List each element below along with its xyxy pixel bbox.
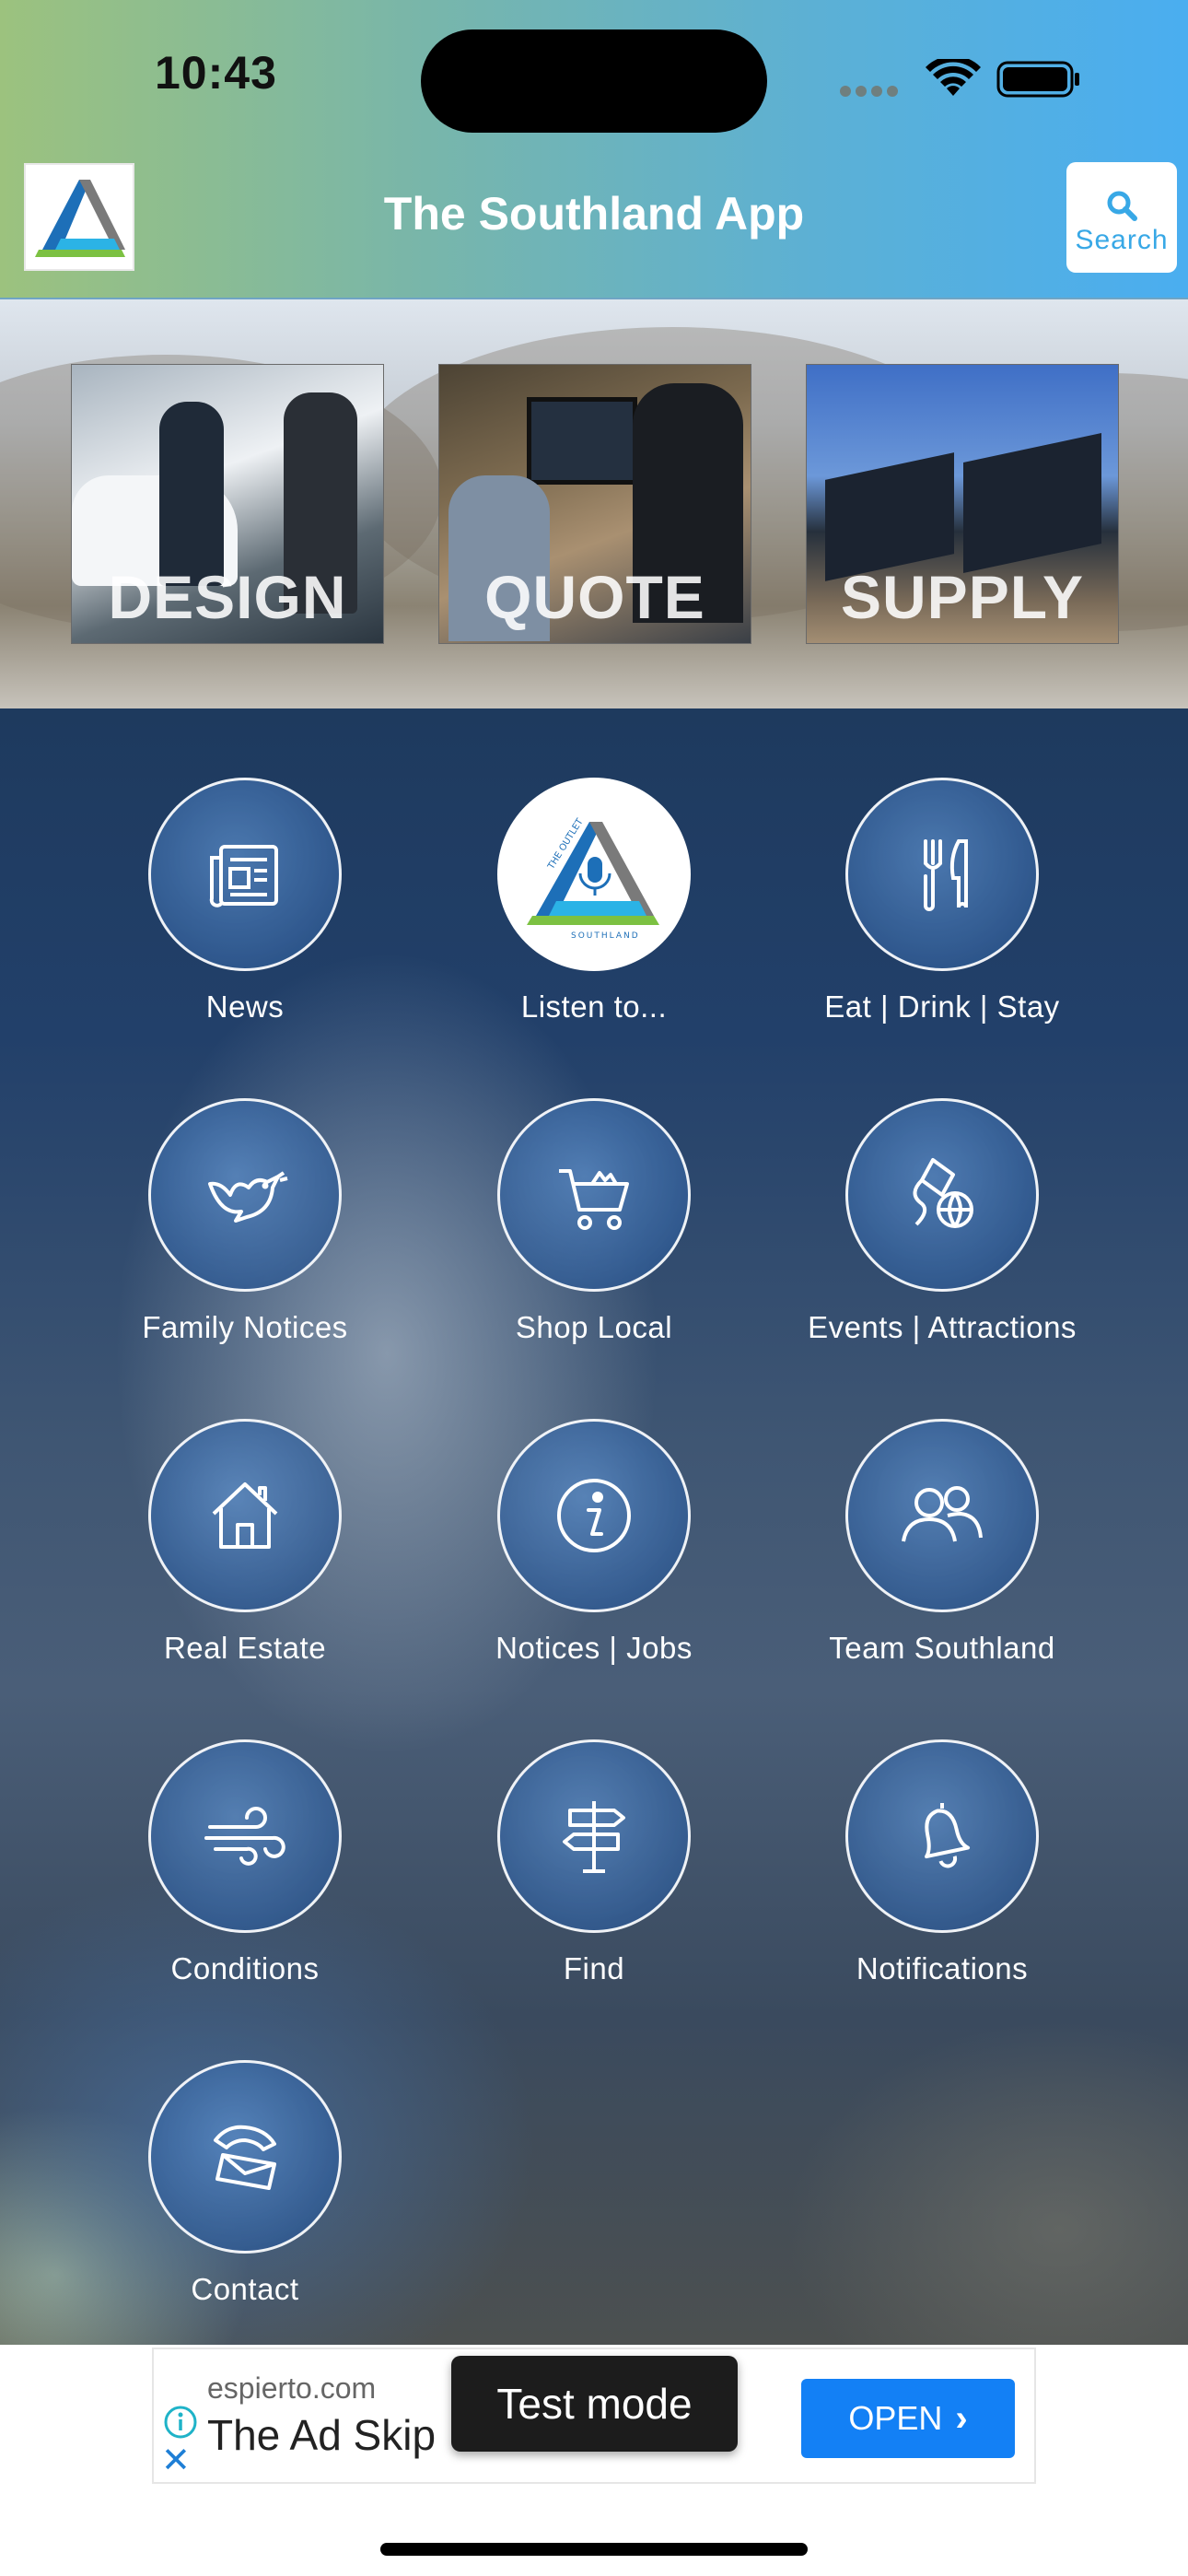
battery-icon [996,61,1079,98]
tile-conditions[interactable]: Conditions [70,1739,420,1986]
test-mode-badge: Test mode [451,2356,738,2452]
tile-notices-jobs[interactable]: Notices | Jobs [419,1419,769,1666]
tile-label: Eat | Drink | Stay [824,989,1060,1024]
tile-label: Real Estate [163,1631,327,1665]
app-title: The Southland App [383,188,805,240]
podcast-logo-bottom-text: SOUTHLAND [571,931,640,941]
monitor-shape [527,397,637,485]
tile-eat-drink-stay[interactable]: Eat | Drink | Stay [767,778,1117,1025]
ad-domain: espierto.com [207,2371,377,2405]
cellular-signal-icon [840,85,904,98]
ad-close-icon[interactable]: ✕ [161,2443,191,2478]
tile-circle[interactable] [497,1419,691,1612]
tile-listen[interactable]: THE OUTLET SOUTHLAND Listen to... [419,778,769,1025]
dynamic-island [421,29,767,133]
status-time: 10:43 [155,47,277,99]
phone-mail-icon [214,2125,276,2190]
tile-notifications[interactable]: Notifications [767,1739,1117,1986]
tile-shop-local[interactable]: Shop Local [419,1098,769,1345]
person-shape [159,402,224,586]
tile-label: Listen to... [520,989,668,1024]
tile-circle[interactable] [845,778,1039,971]
quote-card[interactable]: QUOTE [438,364,751,644]
tile-family-notices[interactable]: Family Notices [70,1098,420,1345]
tile-find[interactable]: Find [419,1739,769,1986]
bell-icon [925,1803,971,1868]
promo-banner: DESIGN QUOTE SUPPLY [0,299,1188,708]
supply-card-label: SUPPLY [840,563,1084,631]
tile-circle[interactable] [497,1098,691,1292]
house-icon [212,1482,278,1549]
chevron-right-icon: › [955,2397,968,2439]
ad-title: The Ad Skip [207,2411,437,2459]
tile-label: Notifications [856,1951,1029,1985]
tile-circle[interactable] [148,1739,342,1933]
tile-circle[interactable] [497,1739,691,1933]
tile-team-southland[interactable]: Team Southland [767,1419,1117,1666]
tile-circle[interactable] [148,778,342,971]
tile-circle[interactable] [845,1739,1039,1933]
quote-card-label: QUOTE [484,563,705,631]
search-button[interactable]: Search [1066,162,1177,273]
ad-info-icon[interactable] [163,2405,198,2440]
tile-news[interactable]: News [70,778,420,1025]
app-header: 10:43 The Southland App Search [0,0,1188,299]
info-icon [557,1479,631,1552]
design-card-label: DESIGN [108,563,347,631]
home-indicator[interactable] [380,2543,808,2556]
tile-contact[interactable]: Contact [70,2060,420,2307]
podcast-logo-icon: THE OUTLET SOUTHLAND [527,816,659,941]
tile-real-estate[interactable]: Real Estate [70,1419,420,1666]
solar-panel-shape [963,433,1101,573]
design-card[interactable]: DESIGN [71,364,384,644]
tile-circle[interactable] [845,1419,1039,1612]
search-label: Search [1075,225,1169,255]
wind-icon [204,1807,285,1866]
tile-circle[interactable] [845,1098,1039,1292]
tile-label: Conditions [170,1951,320,1985]
tile-circle[interactable] [148,1098,342,1292]
newspaper-icon [209,845,278,907]
signpost-icon [563,1801,625,1873]
tile-label: Notices | Jobs [495,1631,693,1665]
people-icon [902,1486,983,1542]
shopping-cart-icon [559,1169,629,1230]
tile-events-attractions[interactable]: Events | Attractions [767,1098,1117,1345]
tile-circle[interactable] [148,1419,342,1612]
tile-label: Find [563,1951,625,1985]
wifi-icon [926,59,981,96]
tile-label: Shop Local [515,1310,673,1344]
menu-grid: News THE OUTLET SOUTHLAND Listen to... E… [0,708,1188,2345]
tile-label: Events | Attractions [808,1310,1077,1344]
tile-circle[interactable]: THE OUTLET SOUTHLAND [497,778,691,971]
fork-knife-icon [924,839,968,911]
tile-label: Contact [191,2272,299,2306]
supply-card[interactable]: SUPPLY [806,364,1119,644]
ad-open-button[interactable]: OPEN › [801,2379,1015,2458]
dove-icon [208,1171,288,1223]
search-icon [1107,191,1137,221]
kite-ball-icon [913,1158,973,1228]
tile-label: News [205,989,285,1024]
status-icons [840,57,1089,101]
tile-circle[interactable] [148,2060,342,2254]
tile-label: Team Southland [829,1631,1055,1665]
ad-open-label: OPEN [848,2399,943,2437]
tile-label: Family Notices [142,1310,348,1344]
